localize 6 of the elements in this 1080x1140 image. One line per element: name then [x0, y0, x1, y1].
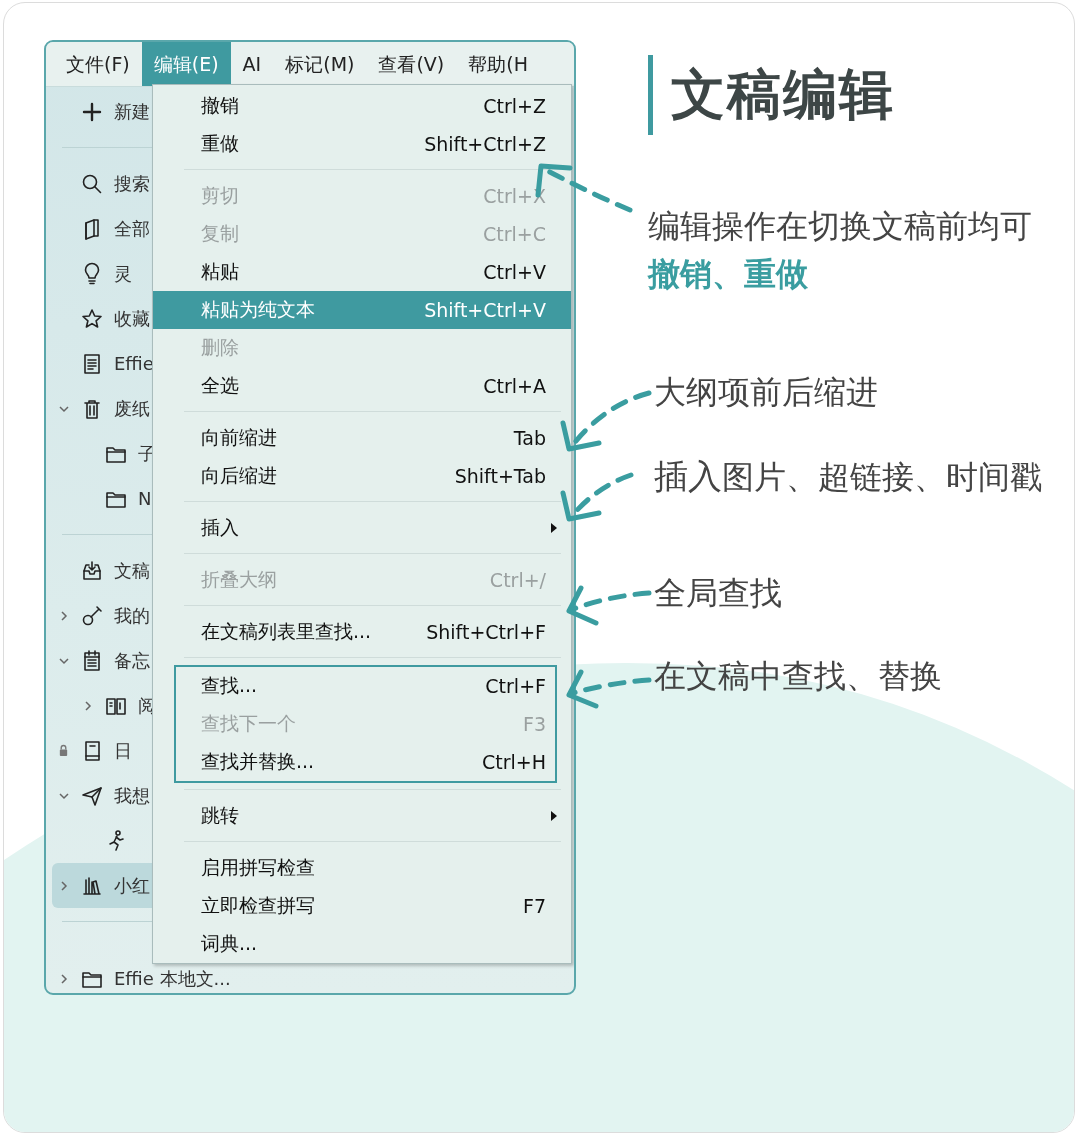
annotation-text: 插入图片、超链接、时间戳: [654, 455, 1043, 498]
annotation-text: 大纲项前后缩进: [654, 372, 879, 413]
annotation-text: 全局查找: [654, 573, 783, 614]
page-title: 文稿编辑: [671, 61, 895, 128]
annotation-text: 在文稿中查找、替换: [654, 656, 943, 697]
annotation-text: 编辑操作在切换文稿前均可 撤销、重做: [648, 206, 1033, 295]
